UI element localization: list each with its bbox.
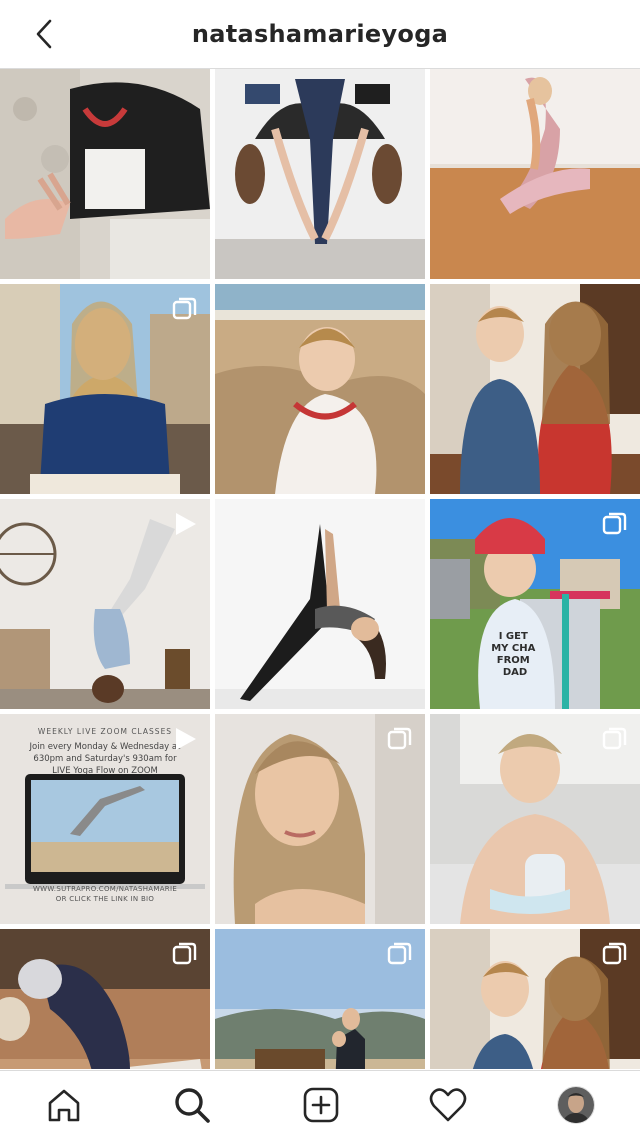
home-icon xyxy=(48,1089,80,1122)
profile-username-title: natashamarieyoga xyxy=(191,20,449,48)
profile-avatar xyxy=(557,1086,595,1124)
post-tile[interactable] xyxy=(0,284,210,494)
chevron-left-icon xyxy=(36,19,52,49)
post-tile[interactable] xyxy=(215,284,425,494)
nav-search-button[interactable] xyxy=(168,1081,216,1129)
video-play-icon xyxy=(176,728,196,750)
post-tile[interactable] xyxy=(430,714,640,924)
post-tile[interactable]: WEEKLY LIVE ZOOM CLASSES Join every Mond… xyxy=(0,714,210,924)
nav-profile-button[interactable] xyxy=(552,1081,600,1129)
heart-icon xyxy=(429,1088,467,1122)
nav-add-post-button[interactable] xyxy=(297,1081,345,1129)
carousel-icon xyxy=(602,727,627,750)
nav-activity-button[interactable] xyxy=(424,1081,472,1129)
carousel-icon xyxy=(387,942,412,965)
post-tile[interactable] xyxy=(430,929,640,1069)
top-bar: natashamarieyoga xyxy=(0,0,640,69)
post-tile[interactable] xyxy=(0,929,210,1069)
post-tile[interactable] xyxy=(0,69,210,279)
add-post-icon xyxy=(303,1087,339,1123)
carousel-icon xyxy=(387,727,412,750)
search-icon xyxy=(175,1088,210,1123)
nav-home-button[interactable] xyxy=(40,1081,88,1129)
video-play-icon xyxy=(176,513,196,535)
shirt-line-2: MY CHA xyxy=(491,643,535,654)
post-tile[interactable] xyxy=(215,714,425,924)
post-tile[interactable] xyxy=(430,284,640,494)
carousel-icon xyxy=(172,297,197,320)
back-button[interactable] xyxy=(26,16,62,52)
post-tile[interactable] xyxy=(215,499,425,709)
carousel-icon xyxy=(172,942,197,965)
post-tile[interactable] xyxy=(215,929,425,1069)
zoom-post-cta: OR CLICK THE LINK IN BIO xyxy=(55,895,155,903)
zoom-post-footer: WWW.SUTRAPRO.COM/NATASHAMARIE OR CLICK T… xyxy=(0,884,210,904)
post-tile[interactable] xyxy=(0,499,210,709)
post-tile[interactable] xyxy=(430,69,640,279)
carousel-icon xyxy=(602,512,627,535)
zoom-post-url: WWW.SUTRAPRO.COM/NATASHAMARIE xyxy=(32,885,178,893)
post-tile[interactable] xyxy=(215,69,425,279)
post-tile[interactable]: I GET MY CHA FROM DAD xyxy=(430,499,640,709)
shirt-line-4: DAD xyxy=(503,667,527,678)
bottom-navigation xyxy=(0,1070,640,1139)
posts-grid: I GET MY CHA FROM DAD WEEKLY LIVE ZOOM C… xyxy=(0,69,640,1069)
shirt-line-1: I GET xyxy=(499,631,528,642)
carousel-icon xyxy=(602,942,627,965)
shirt-line-3: FROM xyxy=(497,655,530,666)
